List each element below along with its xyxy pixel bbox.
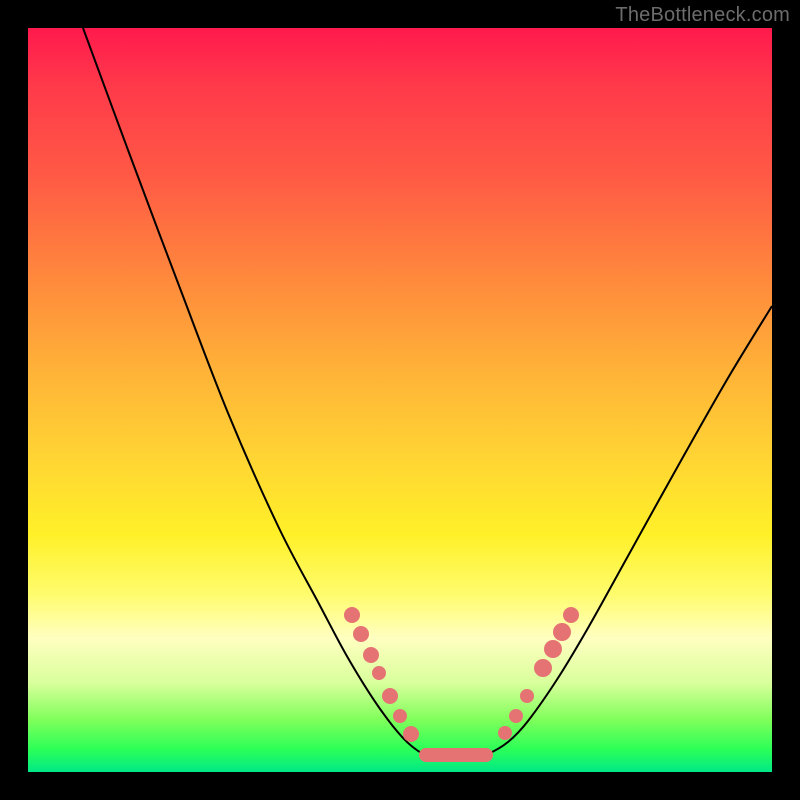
bead bbox=[553, 623, 571, 641]
bead bbox=[509, 709, 523, 723]
bead bbox=[353, 626, 369, 642]
plot-area bbox=[28, 28, 772, 772]
beads-right bbox=[498, 607, 579, 740]
bead bbox=[520, 689, 534, 703]
bead bbox=[382, 688, 398, 704]
bead bbox=[498, 726, 512, 740]
bead bbox=[534, 659, 552, 677]
bead bbox=[403, 726, 419, 742]
bead bbox=[393, 709, 407, 723]
curve-svg bbox=[28, 28, 772, 772]
bead bbox=[363, 647, 379, 663]
bead bbox=[372, 666, 386, 680]
bead bbox=[563, 607, 579, 623]
bead bbox=[344, 607, 360, 623]
bead bbox=[544, 640, 562, 658]
watermark-text: TheBottleneck.com bbox=[615, 4, 790, 27]
outer-frame: TheBottleneck.com bbox=[0, 0, 800, 800]
bottleneck-curve bbox=[83, 28, 772, 759]
beads-left bbox=[344, 607, 419, 742]
